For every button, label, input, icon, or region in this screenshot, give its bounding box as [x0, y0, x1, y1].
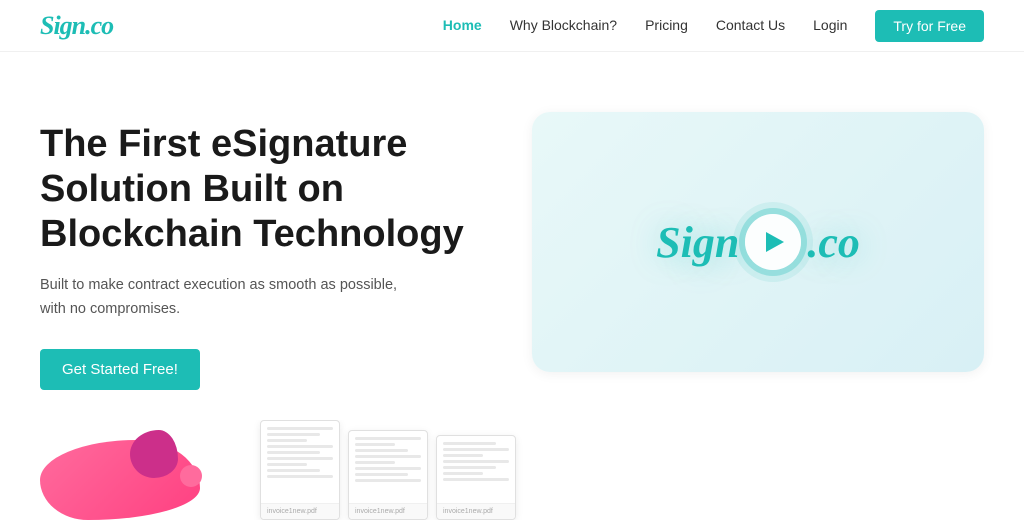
brand-logo[interactable]: Sign.co — [40, 11, 113, 41]
doc-line — [355, 449, 408, 452]
doc-line — [267, 475, 333, 478]
doc-line — [443, 454, 483, 457]
navbar: Sign.co Home Why Blockchain? Pricing Con… — [0, 0, 1024, 52]
doc-card-1: invoice1new.pdf — [260, 420, 340, 520]
doc-line — [355, 443, 395, 446]
doc-line — [355, 467, 421, 470]
doc-line — [443, 448, 509, 451]
doc-line — [355, 473, 408, 476]
doc-lines — [349, 431, 427, 503]
doc-card-3: invoice1new.pdf — [436, 435, 516, 520]
doc-line — [267, 439, 307, 442]
blob-small — [180, 465, 202, 487]
doc-line — [267, 445, 333, 448]
bottom-section: invoice1new.pdf invoice1new.pdf — [0, 420, 1024, 520]
doc-line — [267, 433, 320, 436]
doc-line — [443, 478, 509, 481]
hero-headline: The First eSignature Solution Built on B… — [40, 122, 492, 256]
nav-login[interactable]: Login — [813, 17, 847, 33]
logo-text: Sign.co — [40, 11, 113, 40]
doc-lines — [437, 436, 515, 503]
doc-line — [267, 469, 320, 472]
doc-line — [355, 461, 395, 464]
doc-line — [443, 466, 496, 469]
nav-home[interactable]: Home — [443, 17, 482, 33]
doc-previews: invoice1new.pdf invoice1new.pdf — [260, 420, 516, 520]
doc-footer: invoice1new.pdf — [261, 503, 339, 519]
blob-secondary — [130, 430, 178, 478]
headline-line1: The First eSignature — [40, 123, 407, 165]
doc-line — [443, 472, 483, 475]
play-button[interactable] — [745, 214, 801, 270]
nav-why-blockchain[interactable]: Why Blockchain? — [510, 17, 617, 33]
get-started-button[interactable]: Get Started Free! — [40, 349, 200, 390]
doc-line — [443, 442, 496, 445]
doc-lines — [261, 421, 339, 503]
nav-contact[interactable]: Contact Us — [716, 17, 785, 33]
doc-line — [355, 455, 421, 458]
try-free-button[interactable]: Try for Free — [875, 10, 984, 42]
doc-footer: invoice1new.pdf — [437, 503, 515, 519]
nav-links: Home Why Blockchain? Pricing Contact Us … — [443, 10, 984, 42]
doc-line — [443, 460, 509, 463]
headline-line2: Solution Built on — [40, 168, 344, 210]
hero-section: The First eSignature Solution Built on B… — [0, 52, 1024, 420]
doc-line — [267, 451, 320, 454]
hero-subtext: Built to make contract execution as smoo… — [40, 274, 492, 320]
doc-line — [355, 479, 421, 482]
doc-footer: invoice1new.pdf — [349, 503, 427, 519]
video-logo: Sign .co — [656, 214, 860, 270]
hero-video-box[interactable]: Sign .co — [532, 112, 984, 372]
blob-illustration — [40, 420, 240, 520]
doc-line — [267, 463, 307, 466]
video-logo-part1: Sign — [656, 217, 739, 268]
video-logo-part2: .co — [807, 217, 860, 268]
doc-line — [355, 437, 421, 440]
nav-pricing[interactable]: Pricing — [645, 17, 688, 33]
doc-line — [267, 427, 333, 430]
doc-line — [267, 457, 333, 460]
headline-line3: Blockchain Technology — [40, 213, 464, 255]
hero-text: The First eSignature Solution Built on B… — [40, 112, 492, 390]
doc-card-2: invoice1new.pdf — [348, 430, 428, 520]
